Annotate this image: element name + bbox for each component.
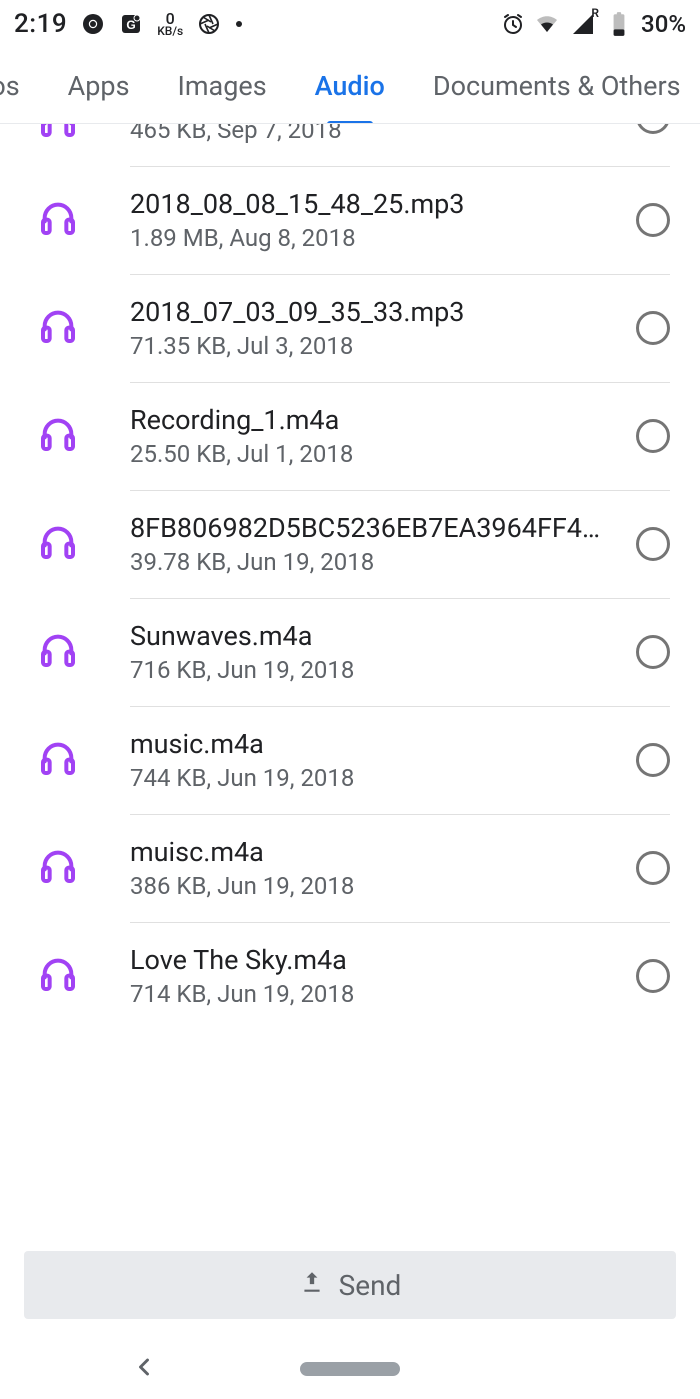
tab-videos[interactable]: eos: [0, 48, 44, 124]
alarm-icon: [501, 12, 525, 36]
file-meta: 386 KB, Jun 19, 2018: [130, 872, 620, 900]
select-radio[interactable]: [636, 124, 670, 134]
file-meta: 716 KB, Jun 19, 2018: [130, 656, 620, 684]
headphones-icon: [38, 522, 78, 566]
list-item[interactable]: 2018_07_03_09_35_33.mp3 71.35 KB, Jul 3,…: [0, 274, 700, 382]
select-radio[interactable]: [636, 743, 670, 777]
network-speed: 0 KB/s: [157, 11, 183, 38]
headphones-icon: [38, 414, 78, 458]
file-meta: 1.89 MB, Aug 8, 2018: [130, 224, 620, 252]
file-name: Recording_1.m4a: [130, 404, 620, 436]
audio-file-list: 465 KB, Sep 7, 2018 2018_08_08_15_48_25.…: [0, 124, 700, 1251]
upload-icon: [299, 1269, 325, 1302]
select-radio[interactable]: [636, 419, 670, 453]
file-meta: 71.35 KB, Jul 3, 2018: [130, 332, 620, 360]
list-item[interactable]: 2018_08_08_15_48_25.mp3 1.89 MB, Aug 8, …: [0, 166, 700, 274]
list-item[interactable]: 8FB806982D5BC5236EB7EA3964FF4… 39.78 KB,…: [0, 490, 700, 598]
list-item[interactable]: Recording_1.m4a 25.50 KB, Jul 1, 2018: [0, 382, 700, 490]
select-radio[interactable]: [636, 527, 670, 561]
battery-icon: [607, 12, 631, 36]
list-item[interactable]: music.m4a 744 KB, Jun 19, 2018: [0, 706, 700, 814]
headphones-icon: [38, 198, 78, 242]
home-pill[interactable]: [300, 1362, 400, 1376]
headphones-icon: [38, 738, 78, 782]
list-item[interactable]: Love The Sky.m4a 714 KB, Jun 19, 2018: [0, 922, 700, 1030]
select-radio[interactable]: [636, 203, 670, 237]
send-label: Send: [339, 1269, 402, 1302]
category-tabs: eos Apps Images Audio Documents & Others: [0, 48, 700, 124]
chrome-icon: [81, 12, 105, 36]
file-meta: 465 KB, Sep 7, 2018: [130, 124, 620, 144]
file-meta: 25.50 KB, Jul 1, 2018: [130, 440, 620, 468]
battery-percent: 30%: [641, 10, 686, 38]
status-time: 2:19: [14, 9, 67, 39]
select-radio[interactable]: [636, 959, 670, 993]
file-name: muisc.m4a: [130, 836, 620, 868]
back-icon[interactable]: [130, 1353, 158, 1385]
headphones-icon: [38, 954, 78, 998]
file-name: 2018_07_03_09_35_33.mp3: [130, 296, 620, 328]
file-meta: 39.78 KB, Jun 19, 2018: [130, 548, 620, 576]
list-item[interactable]: Sunwaves.m4a 716 KB, Jun 19, 2018: [0, 598, 700, 706]
file-meta: 714 KB, Jun 19, 2018: [130, 980, 620, 1008]
tab-audio[interactable]: Audio: [291, 48, 409, 124]
file-name: Sunwaves.m4a: [130, 620, 620, 652]
file-name: music.m4a: [130, 728, 620, 760]
maps-icon: G: [119, 12, 143, 36]
status-bar: 2:19 G 0 KB/s: [0, 0, 700, 48]
select-radio[interactable]: [636, 311, 670, 345]
signal-icon: R: [569, 12, 597, 36]
file-name: 2018_08_08_15_48_25.mp3: [130, 188, 620, 220]
tab-images[interactable]: Images: [154, 48, 291, 124]
tab-documents[interactable]: Documents & Others: [409, 48, 700, 124]
file-name: 8FB806982D5BC5236EB7EA3964FF4…: [130, 512, 620, 544]
dot-icon: [235, 12, 243, 36]
aperture-icon: [197, 12, 221, 36]
select-radio[interactable]: [636, 635, 670, 669]
headphones-icon: [38, 124, 78, 144]
file-meta: 744 KB, Jun 19, 2018: [130, 764, 620, 792]
navigation-bar: [0, 1339, 700, 1399]
send-button[interactable]: Send: [24, 1251, 676, 1319]
headphones-icon: [38, 846, 78, 890]
headphones-icon: [38, 306, 78, 350]
tab-apps[interactable]: Apps: [44, 48, 154, 124]
list-item[interactable]: muisc.m4a 386 KB, Jun 19, 2018: [0, 814, 700, 922]
wifi-icon: [535, 12, 559, 36]
list-item[interactable]: 465 KB, Sep 7, 2018: [0, 124, 700, 166]
headphones-icon: [38, 630, 78, 674]
select-radio[interactable]: [636, 851, 670, 885]
file-name: Love The Sky.m4a: [130, 944, 620, 976]
